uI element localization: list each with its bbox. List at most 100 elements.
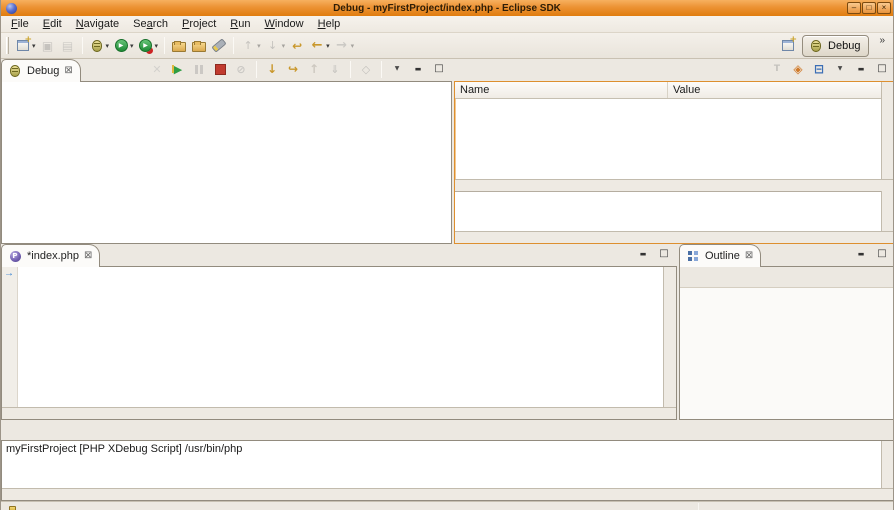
column-header-name[interactable]: Name bbox=[455, 82, 668, 98]
console-vscrollbar[interactable] bbox=[881, 441, 894, 488]
terminate-button[interactable] bbox=[210, 59, 230, 79]
minimize-icon bbox=[853, 61, 869, 77]
open-folder-button[interactable] bbox=[189, 36, 209, 56]
minimize-button[interactable] bbox=[633, 244, 653, 264]
variables-detail-pane[interactable] bbox=[455, 191, 881, 231]
menu-item-project[interactable]: Project bbox=[175, 17, 223, 31]
external-tools-launch-icon bbox=[138, 38, 154, 54]
column-header-value[interactable]: Value bbox=[668, 84, 881, 96]
window-restore-button[interactable]: □ bbox=[862, 2, 876, 14]
show-type-names-icon bbox=[769, 61, 785, 77]
editor-content: → bbox=[1, 266, 677, 420]
maximize-button[interactable] bbox=[872, 59, 892, 79]
minimize-button[interactable] bbox=[408, 59, 428, 79]
minimize-button[interactable] bbox=[851, 244, 871, 264]
use-step-filters-button[interactable] bbox=[356, 59, 376, 79]
variables-table-vscrollbar[interactable] bbox=[881, 82, 894, 179]
drop-to-frame-button[interactable] bbox=[325, 59, 345, 79]
maximize-icon bbox=[874, 61, 890, 77]
console-process-label: myFirstProject [PHP XDebug Script] /usr/… bbox=[2, 441, 881, 457]
toolbar-drag-handle[interactable] bbox=[6, 37, 9, 54]
tab-debug-close-icon[interactable]: ⊠ bbox=[64, 66, 72, 76]
step-over-button[interactable] bbox=[283, 59, 303, 79]
editor-vscrollbar[interactable] bbox=[663, 267, 676, 407]
step-into-button[interactable] bbox=[262, 59, 282, 79]
menu-item-search[interactable]: Search bbox=[126, 17, 175, 31]
open-folder-blue-button[interactable] bbox=[169, 36, 189, 56]
tab-debug-label: Debug bbox=[27, 65, 59, 77]
forward-button[interactable] bbox=[332, 36, 357, 56]
console-view-content: myFirstProject [PHP XDebug Script] /usr/… bbox=[1, 440, 894, 501]
last-edit-location-icon bbox=[289, 38, 305, 54]
console-hscrollbar[interactable] bbox=[2, 488, 894, 500]
tab-debug[interactable]: Debug ⊠ bbox=[1, 59, 81, 82]
save-button[interactable] bbox=[38, 36, 58, 56]
show-logical-structure-button[interactable] bbox=[788, 59, 808, 79]
view-menu-icon bbox=[832, 61, 848, 77]
next-annotation-button[interactable] bbox=[263, 36, 288, 56]
editor-hscrollbar[interactable] bbox=[2, 407, 676, 419]
open-perspective-button[interactable] bbox=[778, 36, 798, 56]
outline-view-icon bbox=[685, 248, 701, 264]
print-button[interactable] bbox=[58, 36, 78, 56]
view-menu-button[interactable] bbox=[387, 59, 407, 79]
maximize-button[interactable] bbox=[872, 244, 892, 264]
menu-item-window[interactable]: Window bbox=[257, 17, 310, 31]
run-launch-button[interactable] bbox=[111, 36, 136, 56]
collapse-all-button[interactable] bbox=[809, 59, 829, 79]
menu-item-run[interactable]: Run bbox=[223, 17, 257, 31]
resume-button[interactable] bbox=[168, 59, 188, 79]
flashlight-button[interactable] bbox=[209, 36, 229, 56]
outline-empty-content[interactable] bbox=[680, 288, 894, 419]
new-wizard-button[interactable] bbox=[13, 36, 38, 56]
instruction-pointer-icon: → bbox=[4, 267, 16, 279]
variables-detail-hscrollbar[interactable] bbox=[455, 231, 894, 243]
maximize-icon bbox=[431, 61, 447, 77]
titlebar[interactable]: Debug - myFirstProject/index.php - Eclip… bbox=[1, 0, 893, 16]
view-menu-button[interactable] bbox=[830, 59, 850, 79]
drop-to-frame-icon bbox=[327, 61, 343, 77]
variables-detail-vscrollbar[interactable] bbox=[881, 191, 894, 231]
minimize-button[interactable] bbox=[851, 59, 871, 79]
perspective-overflow-chevron[interactable]: » bbox=[879, 35, 885, 46]
editor-tabrow: *index.php ⊠ bbox=[1, 244, 677, 266]
debug-launch-tree bbox=[2, 82, 451, 86]
debug-launch-button[interactable] bbox=[87, 36, 112, 56]
last-edit-location-button[interactable] bbox=[287, 36, 307, 56]
tab-outline-close-icon[interactable]: ⊠ bbox=[745, 251, 753, 261]
variables-table-hscrollbar[interactable] bbox=[455, 179, 894, 191]
editor-gutter[interactable] bbox=[2, 267, 18, 407]
tab-outline[interactable]: Outline ⊠ bbox=[679, 244, 761, 267]
external-tools-launch-button[interactable] bbox=[136, 36, 161, 56]
debug-perspective-button[interactable]: Debug bbox=[802, 35, 869, 57]
menu-item-edit[interactable]: Edit bbox=[36, 17, 69, 31]
menu-item-help[interactable]: Help bbox=[311, 17, 348, 31]
maximize-icon bbox=[656, 246, 672, 262]
step-return-button[interactable] bbox=[304, 59, 324, 79]
back-button[interactable] bbox=[307, 36, 332, 56]
minimize-icon bbox=[635, 246, 651, 262]
step-into-icon bbox=[264, 61, 280, 77]
outline-view-toolbar bbox=[680, 267, 894, 288]
tab-index-php-close-icon[interactable]: ⊠ bbox=[84, 251, 92, 261]
menu-item-navigate[interactable]: Navigate bbox=[69, 17, 126, 31]
debug-view-content bbox=[1, 81, 452, 244]
suspend-button[interactable] bbox=[189, 59, 209, 79]
maximize-button[interactable] bbox=[429, 59, 449, 79]
maximize-button[interactable] bbox=[654, 244, 674, 264]
disconnect-button[interactable] bbox=[231, 59, 251, 79]
variables-view-content: Name Value bbox=[454, 81, 894, 244]
code-editor[interactable]: → bbox=[2, 267, 663, 407]
window-minimize-button[interactable]: – bbox=[847, 2, 861, 14]
window-controls: –□× bbox=[847, 2, 891, 14]
tab-index-php[interactable]: *index.php ⊠ bbox=[1, 244, 100, 267]
show-type-names-button[interactable] bbox=[767, 59, 787, 79]
menu-item-file[interactable]: File bbox=[4, 17, 36, 31]
minimize-icon bbox=[853, 246, 869, 262]
remove-terminated-button[interactable] bbox=[147, 59, 167, 79]
window-close-button[interactable]: × bbox=[877, 2, 891, 14]
console-output[interactable]: myFirstProject [PHP XDebug Script] /usr/… bbox=[2, 441, 881, 488]
prev-annotation-button[interactable] bbox=[238, 36, 263, 56]
main-toolbar-buttons bbox=[13, 36, 356, 56]
app-icon[interactable] bbox=[3, 0, 19, 16]
